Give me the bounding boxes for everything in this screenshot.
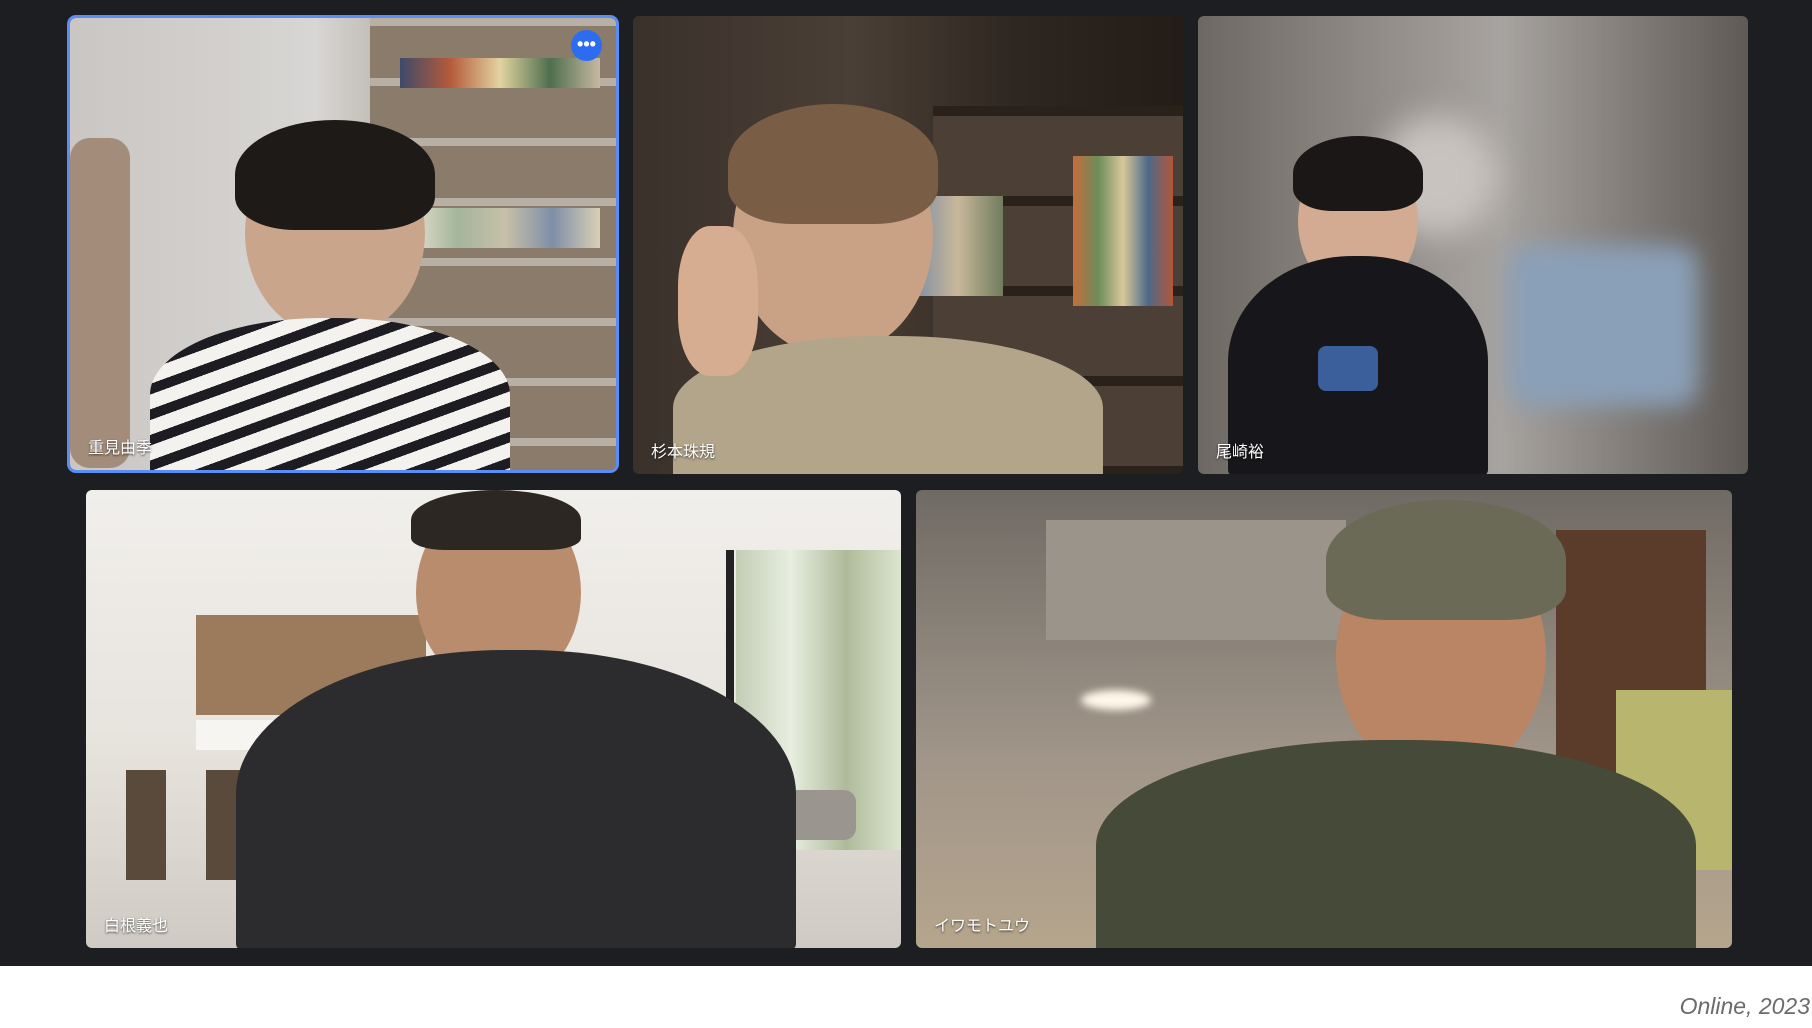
participant-name: イワモトユウ <box>934 918 1031 935</box>
video-tile-participant-4[interactable]: 白根義也 <box>86 490 901 948</box>
participant-name: 白根義也 <box>104 918 169 935</box>
more-options-icon[interactable]: ••• <box>571 30 602 61</box>
video-tile-participant-2[interactable]: 杉本珠規 <box>633 16 1183 474</box>
participant-name: 杉本珠規 <box>651 444 716 461</box>
video-tile-participant-5[interactable]: イワモトユウ <box>916 490 1732 948</box>
video-tile-participant-3[interactable]: 尾崎裕 <box>1198 16 1748 474</box>
participant-name: 重見由季 <box>88 440 153 457</box>
participant-name: 尾崎裕 <box>1216 444 1265 461</box>
video-meeting-grid: ••• 重見由季 杉本珠規 尾崎裕 白根義也 イワモトユウ <box>0 0 1812 966</box>
video-tile-participant-1[interactable]: ••• 重見由季 <box>70 18 616 470</box>
photo-caption: Online, 2023 <box>1679 993 1810 1019</box>
